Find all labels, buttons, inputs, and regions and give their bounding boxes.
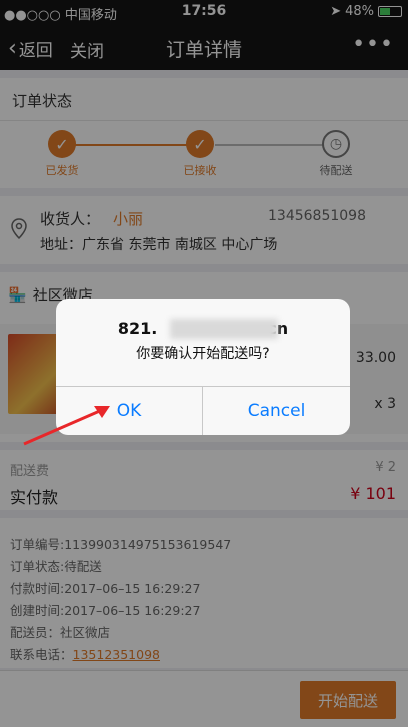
cancel-button[interactable]: Cancel [203,387,350,435]
annotation-arrow-icon [23,406,110,446]
dialog-message: 你要确认开始配送吗? [136,346,270,362]
dialog-title-start: 821. [117,319,158,338]
redacted-domain [170,319,278,339]
